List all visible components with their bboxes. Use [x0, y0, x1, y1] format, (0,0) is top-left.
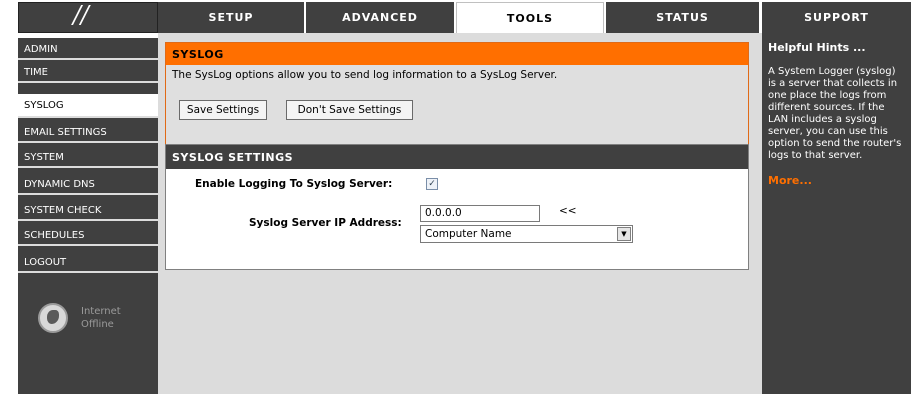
globe-icon — [38, 303, 68, 333]
help-panel: Helpful Hints ... A System Logger (syslo… — [762, 33, 911, 394]
syslog-description: The SysLog options allow you to send log… — [172, 69, 558, 81]
copy-computer-button[interactable]: << — [559, 205, 577, 217]
internet-status-label: Internet — [81, 306, 121, 317]
sidebar-item-admin[interactable]: ADMIN — [18, 40, 158, 60]
sidebar-item-dynamic-dns[interactable]: DYNAMIC DNS — [18, 175, 158, 195]
server-ip-label: Syslog Server IP Address: — [249, 217, 402, 229]
chevron-down-icon[interactable]: ▼ — [617, 227, 631, 241]
help-text: A System Logger (syslog) is a server tha… — [768, 66, 902, 161]
sidebar-item-system[interactable]: SYSTEM — [18, 148, 158, 168]
dont-save-settings-button[interactable]: Don't Save Settings — [286, 100, 413, 120]
sidebar-item-email-settings[interactable]: EMAIL SETTINGS — [18, 123, 158, 143]
syslog-intro-panel: SYSLOG The SysLog options allow you to s… — [165, 42, 749, 157]
brand-logo: / / — [18, 1, 158, 33]
syslog-settings-title: SYSLOG SETTINGS — [166, 145, 748, 169]
logo-slash-mark: / / — [73, 1, 89, 29]
sidebar-item-syslog[interactable]: SYSLOG — [18, 94, 158, 118]
tab-advanced[interactable]: ADVANCED — [306, 2, 454, 33]
top-navigation: / / SETUP ADVANCED TOOLS STATUS SUPPORT — [0, 0, 911, 33]
sidebar-item-time[interactable]: TIME — [18, 63, 158, 83]
tab-support[interactable]: SUPPORT — [762, 2, 911, 33]
tab-setup[interactable]: SETUP — [158, 2, 304, 33]
computer-name-select[interactable]: Computer Name ▼ — [420, 225, 633, 243]
tab-tools[interactable]: TOOLS — [456, 2, 604, 33]
tab-status[interactable]: STATUS — [606, 2, 759, 33]
syslog-title: SYSLOG — [166, 43, 748, 65]
sidebar-item-logout[interactable]: LOGOUT — [18, 253, 158, 273]
sidebar: ADMIN TIME SYSLOG EMAIL SETTINGS SYSTEM … — [18, 38, 158, 394]
syslog-settings-panel: SYSLOG SETTINGS Enable Logging To Syslog… — [165, 144, 749, 270]
sidebar-item-system-check[interactable]: SYSTEM CHECK — [18, 201, 158, 221]
enable-logging-label: Enable Logging To Syslog Server: — [195, 178, 393, 190]
computer-select-value: Computer Name — [425, 228, 512, 240]
internet-status-value: Offline — [81, 319, 114, 330]
main-content: SYSLOG The SysLog options allow you to s… — [158, 33, 762, 394]
help-title: Helpful Hints ... — [768, 41, 866, 54]
sidebar-item-schedules[interactable]: SCHEDULES — [18, 226, 158, 246]
save-settings-button[interactable]: Save Settings — [179, 100, 267, 120]
server-ip-input[interactable]: 0.0.0.0 — [420, 205, 540, 222]
enable-logging-checkbox[interactable]: ✓ — [426, 178, 438, 190]
help-more-link[interactable]: More... — [768, 174, 905, 187]
